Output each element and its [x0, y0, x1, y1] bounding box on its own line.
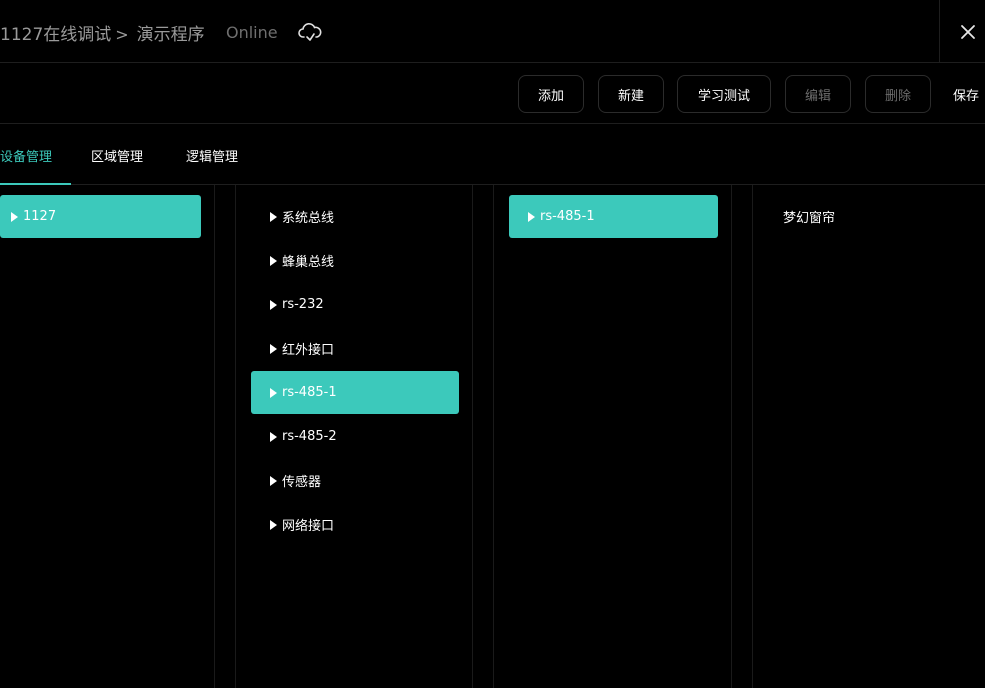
interface-item-label: rs-485-2 [282, 429, 337, 444]
toolbar: 添加 新建 学习测试 编辑 删除 保存 [0, 63, 985, 124]
breadcrumb: 1127在线调试 > 演示程序 [0, 20, 205, 45]
host-item-label: 1127 [23, 209, 57, 224]
add-button[interactable]: 添加 [518, 75, 584, 113]
new-button[interactable]: 新建 [598, 75, 664, 113]
edit-button[interactable]: 编辑 [785, 75, 851, 113]
port-item-label: rs-485-1 [540, 209, 595, 224]
close-icon[interactable] [960, 24, 976, 40]
interface-item-label: rs-485-1 [282, 385, 337, 400]
tab-bar: 设备管理 区域管理 逻辑管理 [0, 124, 985, 185]
expand-arrow-icon [270, 387, 277, 398]
interface-item[interactable]: 网络接口 [251, 503, 459, 546]
save-button[interactable]: 保存 [953, 75, 985, 113]
column-divider [235, 185, 236, 688]
cloud-sync-icon [298, 22, 322, 44]
interface-item-label: 系统总线 [282, 211, 335, 226]
column-divider [752, 185, 753, 688]
learn-test-button[interactable]: 学习测试 [677, 75, 771, 113]
column-divider [493, 185, 494, 688]
expand-arrow-icon [11, 211, 18, 222]
breadcrumb-page: 演示程序 [136, 25, 205, 45]
connection-status: Online [226, 23, 278, 42]
interface-item-label: rs-232 [282, 297, 324, 312]
tab-device-management[interactable]: 设备管理 [0, 146, 52, 165]
expand-arrow-icon [528, 211, 535, 222]
interface-item-label: 蜂巢总线 [282, 255, 335, 270]
interface-item[interactable]: rs-485-2 [251, 415, 459, 458]
tab-logic-management[interactable]: 逻辑管理 [186, 146, 238, 165]
expand-arrow-icon [270, 255, 277, 266]
expand-arrow-icon [270, 431, 277, 442]
column-divider [472, 185, 473, 688]
interface-item-label: 红外接口 [282, 343, 335, 358]
expand-arrow-icon [270, 211, 277, 222]
delete-button[interactable]: 删除 [865, 75, 931, 113]
port-item-selected[interactable]: rs-485-1 [509, 195, 718, 238]
device-item-label: 梦幻窗帘 [783, 211, 836, 226]
device-item[interactable]: 梦幻窗帘 [768, 195, 968, 238]
expand-arrow-icon [270, 299, 277, 310]
active-tab-indicator [0, 183, 71, 185]
breadcrumb-root[interactable]: 1127在线调试 [0, 25, 111, 45]
expand-arrow-icon [270, 519, 277, 530]
interface-item[interactable]: 传感器 [251, 459, 459, 502]
interface-item[interactable]: 红外接口 [251, 327, 459, 370]
title-bar: 1127在线调试 > 演示程序 Online [0, 0, 985, 63]
expand-arrow-icon [270, 475, 277, 486]
tab-area-management[interactable]: 区域管理 [91, 146, 143, 165]
interface-item-selected[interactable]: rs-485-1 [251, 371, 459, 414]
breadcrumb-separator: > [115, 25, 129, 44]
close-area [939, 0, 985, 63]
column-divider [214, 185, 215, 688]
host-item-1127[interactable]: 1127 [0, 195, 201, 238]
interface-item-label: 传感器 [282, 475, 322, 490]
column-divider [731, 185, 732, 688]
interface-item-label: 网络接口 [282, 519, 335, 534]
interface-item[interactable]: 系统总线 [251, 195, 459, 238]
interface-item[interactable]: rs-232 [251, 283, 459, 326]
expand-arrow-icon [270, 343, 277, 354]
interface-item[interactable]: 蜂巢总线 [251, 239, 459, 282]
